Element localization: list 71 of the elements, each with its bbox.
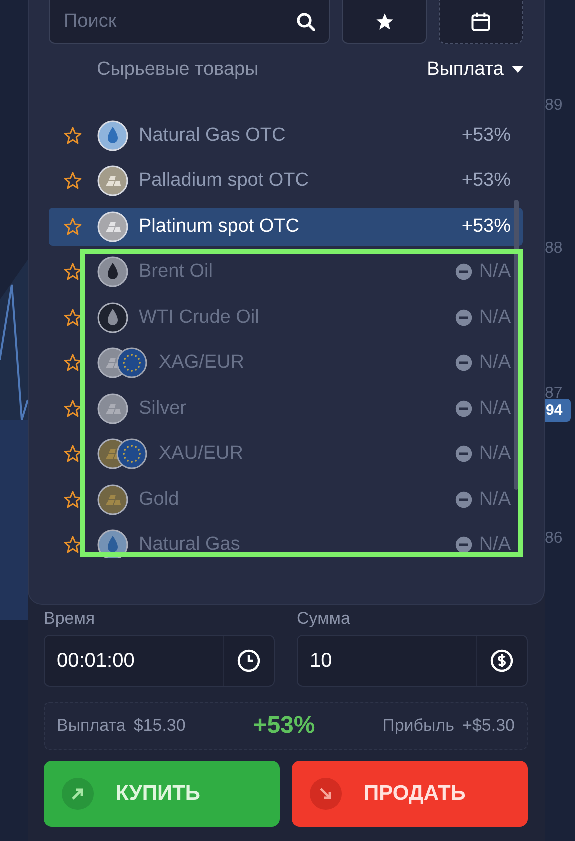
payout-value: +53% — [462, 124, 511, 147]
star-icon[interactable] — [63, 126, 83, 146]
sell-button[interactable]: ПРОДАТЬ — [292, 761, 528, 827]
asset-name: Natural Gas — [139, 534, 242, 556]
arrow-down-right-icon — [310, 778, 342, 810]
drop-icon — [97, 120, 129, 152]
calendar-icon — [470, 10, 492, 32]
asset-name: Brent Oil — [139, 261, 214, 284]
payout-value: N/A — [479, 352, 511, 374]
ingot-icon — [97, 484, 129, 516]
payout-value: N/A — [479, 398, 511, 420]
coin-pair-icon — [97, 438, 149, 470]
payout-value: N/A — [479, 261, 511, 284]
asset-name: XAG/EUR — [159, 352, 246, 374]
ingot-icon — [97, 210, 129, 243]
asset-name: Gold — [139, 488, 180, 511]
buy-button[interactable]: КУПИТЬ — [44, 761, 280, 827]
unavailable-icon — [455, 354, 474, 372]
unavailable-icon — [455, 536, 474, 554]
asset-name: WTI Crude Oil — [139, 306, 260, 329]
asset-row[interactable]: Natural Gas OTC +53% — [49, 113, 523, 158]
ingot-icon — [97, 165, 129, 198]
unavailable-icon — [455, 445, 474, 464]
payout-label: Выплата — [57, 716, 126, 736]
asset-name: Natural Gas OTC — [139, 124, 287, 147]
search-field[interactable]: Поиск — [49, 0, 330, 44]
payout-value: +53% — [462, 170, 511, 192]
payout-value: N/A — [479, 443, 511, 466]
search-icon — [296, 12, 316, 32]
amount-field[interactable]: 10 — [297, 635, 528, 687]
asset-name: XAU/EUR — [159, 443, 244, 466]
payout-value: N/A — [479, 306, 511, 329]
dollar-icon — [490, 649, 514, 673]
clock-icon — [237, 649, 261, 673]
axis-label: 89 — [545, 97, 563, 115]
caret-icon — [512, 66, 524, 74]
axis-label: 86 — [545, 530, 563, 548]
asset-name: Palladium spot OTC — [139, 170, 310, 192]
star-icon[interactable] — [63, 216, 83, 237]
asset-name: Platinum spot OTC — [139, 216, 300, 238]
drop-icon — [97, 302, 129, 334]
field-label: Время — [44, 609, 96, 629]
drop-icon — [97, 256, 129, 288]
category-title: Сырьевые товары — [97, 59, 259, 81]
drop-icon — [97, 529, 129, 558]
unavailable-icon — [455, 263, 474, 282]
unavailable-icon — [455, 400, 474, 418]
unavailable-icon — [455, 308, 474, 327]
star-icon — [374, 12, 394, 32]
payout-value: N/A — [479, 488, 511, 511]
asset-row[interactable]: Palladium spot OTC +53% — [49, 158, 523, 204]
sort-dropdown[interactable]: Выплата — [427, 59, 524, 81]
time-field[interactable]: 00:01:00 — [44, 635, 275, 687]
star-icon[interactable] — [63, 171, 83, 192]
unavailable-icon — [455, 490, 474, 509]
payout-percent: +53% — [253, 712, 316, 740]
asset-name: Silver — [139, 398, 188, 420]
coin-pair-icon — [97, 347, 149, 380]
calendar-button[interactable] — [439, 0, 523, 44]
favorites-button[interactable] — [342, 0, 427, 44]
axis-label: 88 — [545, 240, 563, 258]
payout-value: +53% — [462, 216, 511, 238]
profit-amount: +$5.30 — [462, 716, 515, 736]
asset-row[interactable]: Platinum spot OTC +53% — [49, 208, 523, 246]
arrow-up-right-icon — [62, 778, 94, 810]
payout-amount: $15.30 — [134, 716, 186, 736]
payout-value: N/A — [479, 534, 511, 556]
price-badge: 94 — [544, 399, 571, 422]
ingot-icon — [97, 392, 129, 425]
profit-label: Прибыль — [382, 716, 455, 736]
field-label: Сумма — [297, 609, 352, 629]
